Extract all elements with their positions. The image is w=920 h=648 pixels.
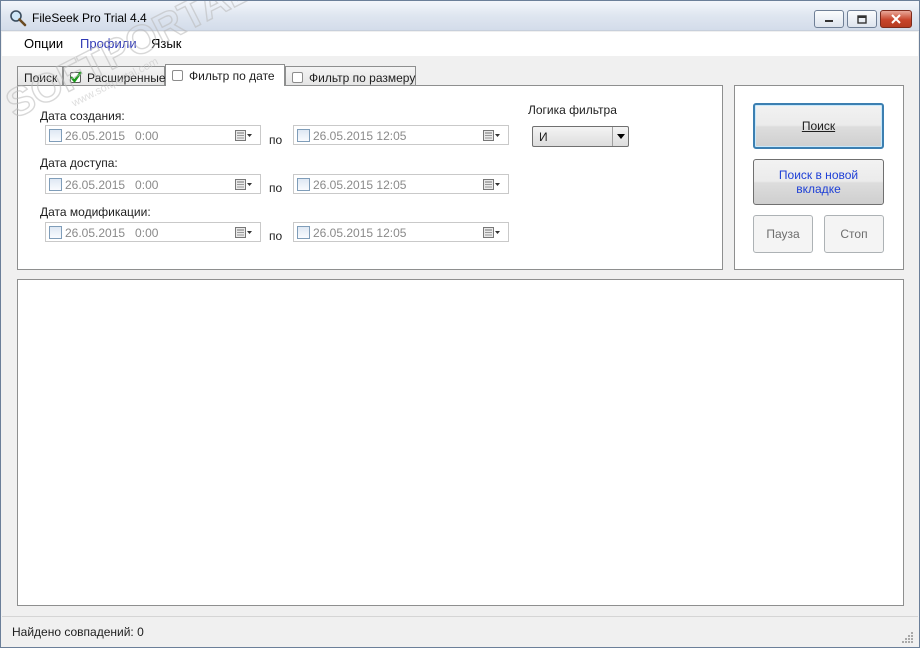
stop-button[interactable]: Стоп [824, 215, 884, 253]
modified-from-checkbox[interactable] [49, 226, 62, 239]
tab-search[interactable]: Поиск [17, 66, 63, 86]
calendar-dropdown-icon[interactable] [483, 129, 501, 142]
accessed-from-checkbox[interactable] [49, 178, 62, 191]
magnifier-app-icon [10, 10, 27, 27]
search-button[interactable]: Поиск [753, 103, 884, 149]
created-to-label: по [269, 133, 283, 147]
modified-to-checkbox[interactable] [297, 226, 310, 239]
calendar-dropdown-icon[interactable] [483, 178, 501, 191]
calendar-dropdown-icon[interactable] [235, 178, 253, 191]
menu-bar: Опции Профили Язык [2, 32, 918, 56]
tab-label: Фильтр по дате [189, 69, 275, 83]
tab-date-filter[interactable]: Фильтр по дате [165, 64, 285, 86]
search-new-tab-button[interactable]: Поиск в новой вкладке [753, 159, 884, 205]
modified-to-label: по [269, 229, 283, 243]
modified-date-label: Дата модификации: [40, 205, 151, 219]
stop-button-label: Стоп [840, 227, 868, 241]
menu-options[interactable]: Опции [24, 36, 63, 51]
created-from-value: 26.05.2015 0:00 [65, 129, 159, 143]
checkmark-icon [70, 71, 82, 83]
modified-to-value: 26.05.2015 12:05 [313, 226, 407, 240]
created-from-checkbox[interactable] [49, 129, 62, 142]
created-date-label: Дата создания: [40, 109, 125, 123]
calendar-dropdown-icon[interactable] [235, 226, 253, 239]
calendar-dropdown-icon[interactable] [235, 129, 253, 142]
results-list[interactable] [17, 279, 904, 606]
created-from-picker[interactable]: 26.05.2015 0:00 [45, 125, 261, 145]
modified-from-picker[interactable]: 26.05.2015 0:00 [45, 222, 261, 242]
created-to-picker[interactable]: 26.05.2015 12:05 [293, 125, 509, 145]
created-to-checkbox[interactable] [297, 129, 310, 142]
pause-button[interactable]: Пауза [753, 215, 813, 253]
maximize-icon [857, 14, 867, 24]
menu-profiles[interactable]: Профили [80, 36, 137, 51]
modified-to-picker[interactable]: 26.05.2015 12:05 [293, 222, 509, 242]
app-window: FileSeek Pro Trial 4.4 Опции Профили Язы… [0, 0, 920, 648]
created-to-value: 26.05.2015 12:05 [313, 129, 407, 143]
accessed-date-label: Дата доступа: [40, 156, 118, 170]
chevron-down-icon [612, 127, 628, 146]
tab-advanced[interactable]: Расширенные [63, 66, 166, 86]
minimize-icon [825, 20, 833, 22]
tab-label: Расширенные [87, 71, 166, 85]
filter-logic-value: И [539, 130, 548, 144]
window-title: FileSeek Pro Trial 4.4 [32, 11, 147, 25]
tab-label: Фильтр по размеру [309, 71, 416, 85]
filter-logic-label: Логика фильтра [528, 103, 617, 117]
tab-size-filter-checkbox[interactable] [292, 72, 303, 83]
search-new-tab-line2: вкладке [796, 182, 841, 196]
menu-language[interactable]: Язык [151, 36, 181, 51]
filter-logic-select[interactable]: И [532, 126, 629, 147]
maximize-button[interactable] [847, 10, 877, 28]
matches-found-text: Найдено совпадений: 0 [12, 625, 144, 639]
accessed-to-checkbox[interactable] [297, 178, 310, 191]
status-bar: Найдено совпадений: 0 [2, 616, 918, 647]
tab-label: Поиск [24, 71, 58, 85]
minimize-button[interactable] [814, 10, 844, 28]
accessed-to-value: 26.05.2015 12:05 [313, 178, 407, 192]
tab-size-filter[interactable]: Фильтр по размеру [285, 66, 416, 86]
search-new-tab-label: Поиск в новой вкладке [779, 168, 858, 196]
search-button-label: Поиск [801, 119, 836, 133]
accessed-from-value: 26.05.2015 0:00 [65, 178, 159, 192]
calendar-dropdown-icon[interactable] [483, 226, 501, 239]
tab-advanced-checkbox[interactable] [70, 71, 82, 83]
search-new-tab-line1: Поиск в новой [778, 168, 859, 182]
accessed-to-picker[interactable]: 26.05.2015 12:05 [293, 174, 509, 194]
resize-grip-icon[interactable] [902, 631, 914, 643]
modified-from-value: 26.05.2015 0:00 [65, 226, 159, 240]
close-button[interactable] [880, 10, 912, 28]
title-bar[interactable]: FileSeek Pro Trial 4.4 [1, 1, 919, 31]
close-icon [891, 14, 901, 24]
accessed-from-picker[interactable]: 26.05.2015 0:00 [45, 174, 261, 194]
tab-date-filter-checkbox[interactable] [172, 70, 183, 81]
pause-button-label: Пауза [766, 227, 800, 241]
accessed-to-label: по [269, 181, 283, 195]
